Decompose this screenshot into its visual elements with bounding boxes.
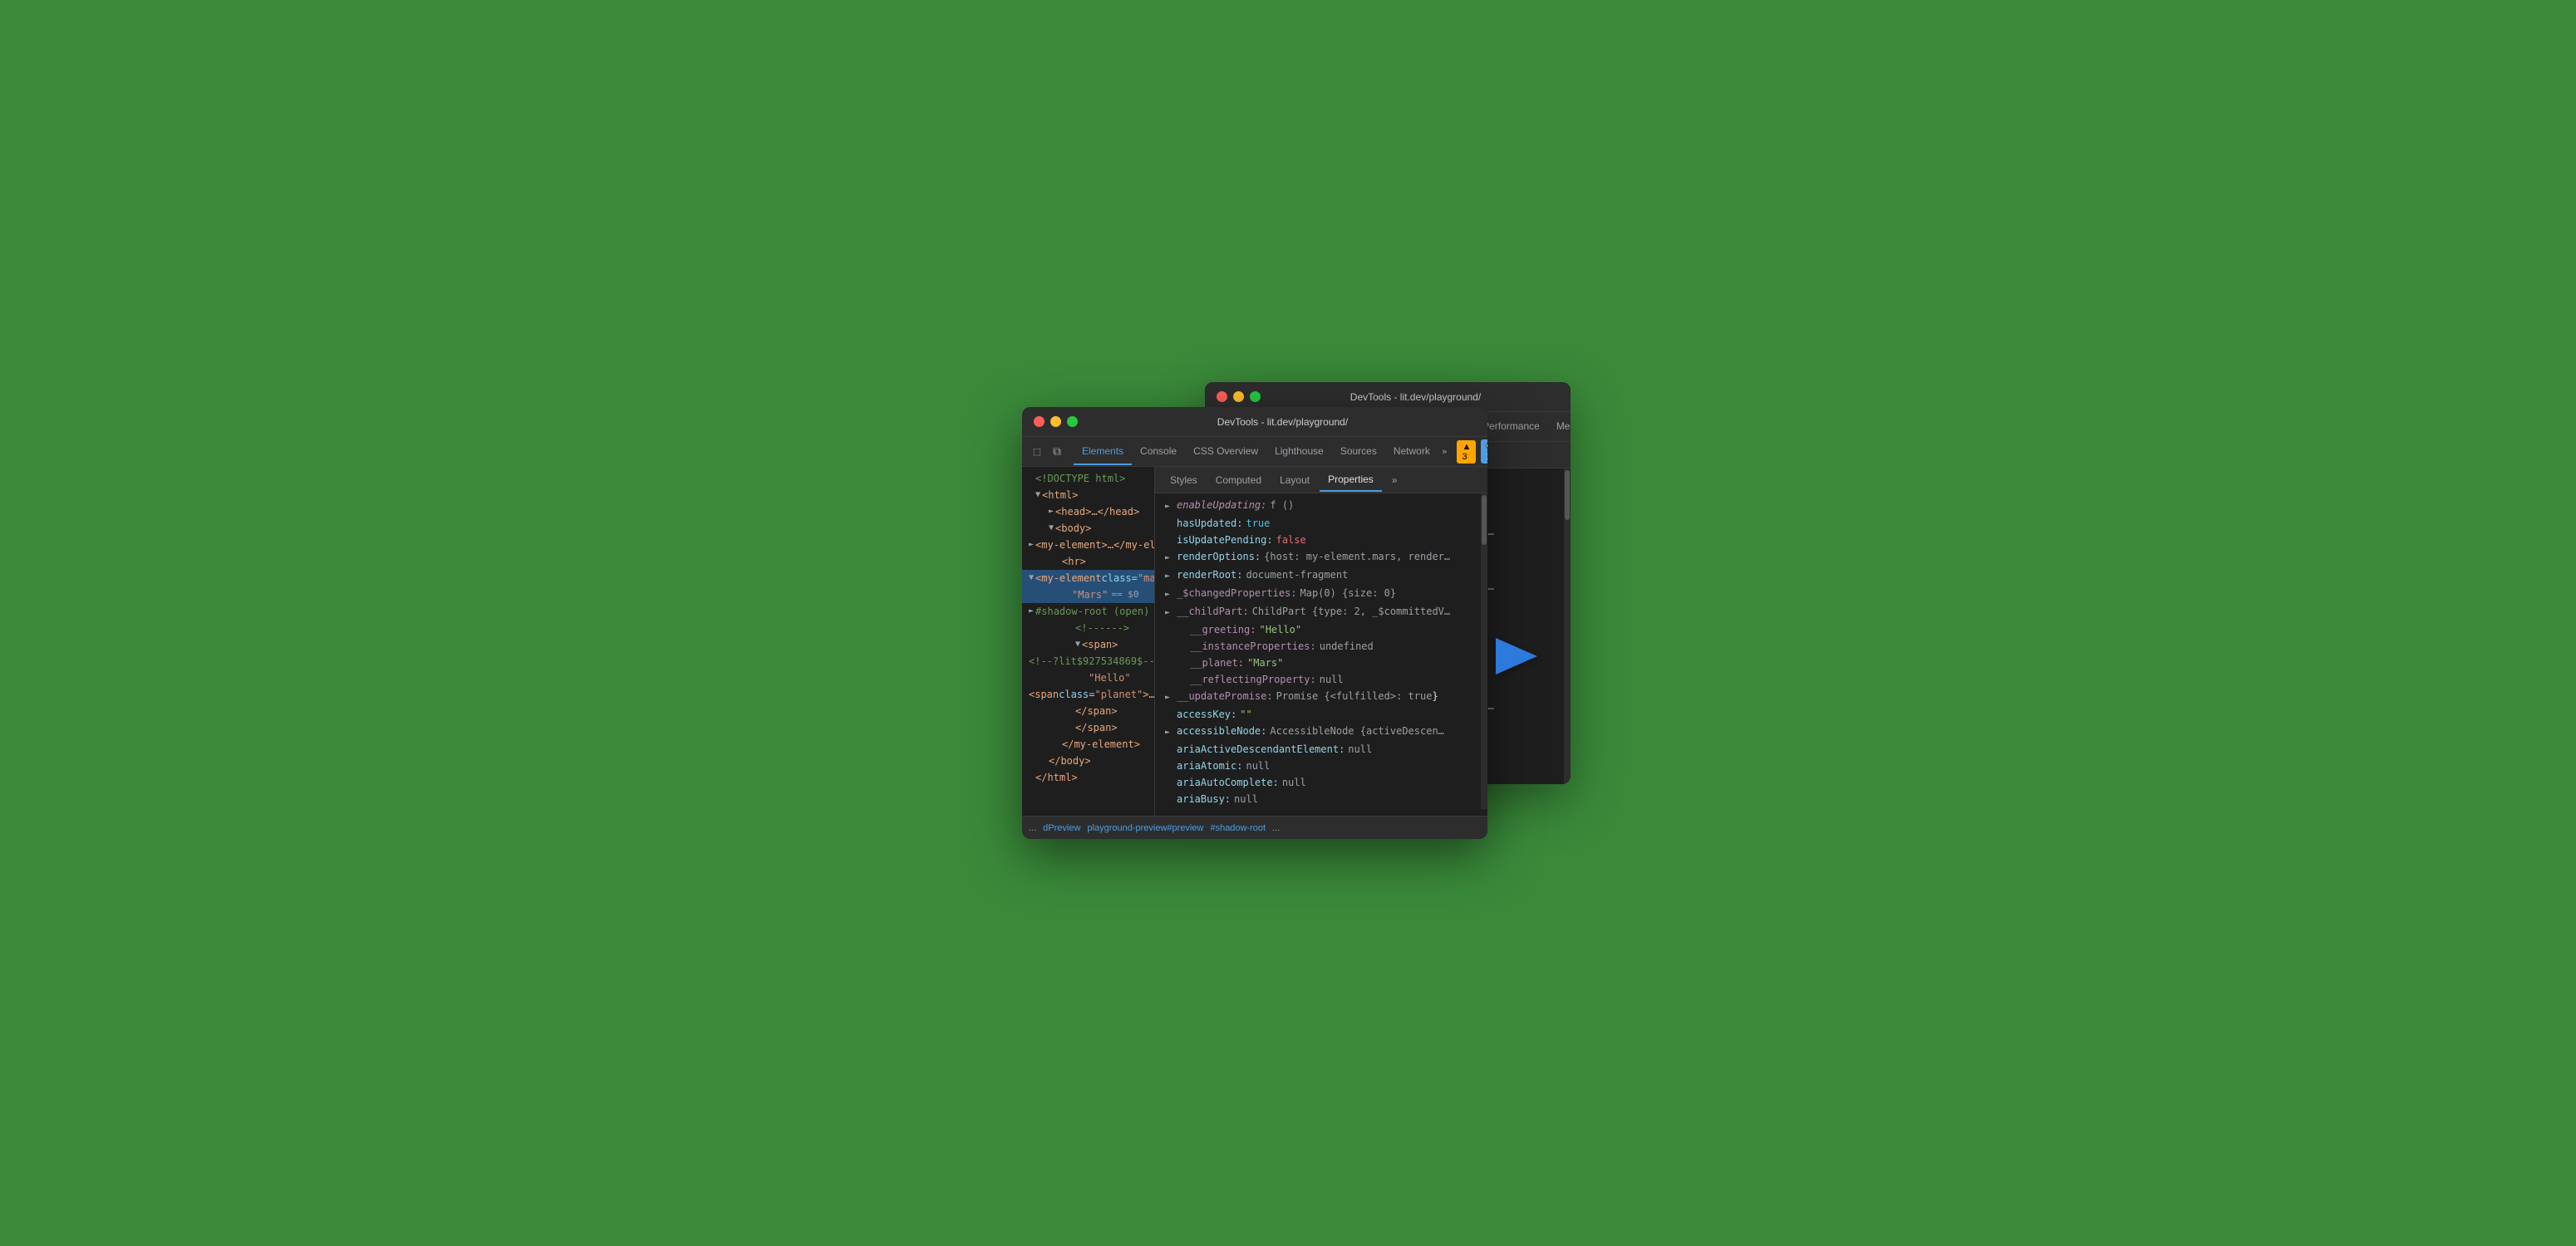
- panel-tab-properties[interactable]: Properties: [1320, 468, 1382, 492]
- warning-badge[interactable]: ▲ 3: [1457, 440, 1476, 464]
- traffic-light-red-back[interactable]: [1217, 391, 1227, 402]
- panel-tabs-front: Styles Computed Layout Properties »: [1155, 467, 1487, 493]
- prop-ariaAtomic[interactable]: ariaAtomic: null: [1155, 758, 1481, 774]
- traffic-light-green-back[interactable]: [1250, 391, 1261, 402]
- toolbar-icons: ⬚ ⧉: [1029, 444, 1065, 460]
- direction-arrow: [1496, 638, 1546, 675]
- tab-css-overview[interactable]: CSS Overview: [1185, 439, 1266, 465]
- titlebar-front: DevTools - lit.dev/playground/: [1022, 407, 1487, 437]
- main-content-front: <!DOCTYPE html> ▼ <html> ► <head>…</head…: [1022, 467, 1487, 816]
- tab-network[interactable]: Network: [1385, 439, 1438, 465]
- panel-tab-styles[interactable]: Styles: [1162, 469, 1206, 491]
- dom-line[interactable]: </span>: [1022, 719, 1154, 736]
- traffic-light-yellow-back[interactable]: [1233, 391, 1244, 402]
- prop-accessKey[interactable]: accessKey: "": [1155, 706, 1481, 723]
- props-list-front[interactable]: ► enableUpdating: f () hasUpdated: true: [1155, 493, 1481, 809]
- prop-ariaChecked[interactable]: ariaChecked: null: [1155, 807, 1481, 809]
- prop-instanceProperties[interactable]: __instanceProperties: undefined: [1155, 638, 1481, 655]
- bottom-bar-front: ... dPreview playground-preview#preview …: [1022, 816, 1487, 839]
- arrow-container: [1487, 638, 1554, 675]
- dom-line[interactable]: ▼ <body>: [1022, 520, 1154, 537]
- dom-line[interactable]: </my-element>: [1022, 736, 1154, 753]
- traffic-light-red[interactable]: [1034, 416, 1045, 427]
- device-icon[interactable]: ⧉: [1049, 444, 1065, 460]
- prop-ariaActiveDescendant[interactable]: ariaActiveDescendantElement: null: [1155, 741, 1481, 758]
- dom-line[interactable]: ► #shadow-root (open): [1022, 603, 1154, 620]
- dom-line[interactable]: ► <head>…</head>: [1022, 503, 1154, 520]
- dom-line[interactable]: </body>: [1022, 753, 1154, 769]
- scrollbar-thumb-front[interactable]: [1482, 495, 1487, 545]
- more-tabs-btn[interactable]: »: [1438, 444, 1451, 459]
- dom-line[interactable]: <hr>: [1022, 553, 1154, 570]
- prop-greeting[interactable]: __greeting: "Hello": [1155, 621, 1481, 638]
- prop-enableUpdating[interactable]: ► enableUpdating: f (): [1155, 497, 1481, 515]
- traffic-lights-back: [1217, 391, 1261, 402]
- panel-tab-layout[interactable]: Layout: [1271, 469, 1318, 491]
- traffic-light-green[interactable]: [1067, 416, 1078, 427]
- prop-accessibleNode[interactable]: ► accessibleNode: AccessibleNode {active…: [1155, 723, 1481, 741]
- panel-tab-computed[interactable]: Computed: [1207, 469, 1270, 491]
- dom-line[interactable]: <span class= "planet" >…: [1022, 686, 1154, 703]
- prop-renderOptions[interactable]: ► renderOptions: {host: my-element.mars,…: [1155, 548, 1481, 567]
- window-title-front: DevTools - lit.dev/playground/: [1089, 416, 1476, 428]
- cursor-icon[interactable]: ⬚: [1029, 444, 1045, 460]
- dom-line-selected-2[interactable]: "Mars" == $0: [1022, 586, 1154, 603]
- prop-ariaBusy[interactable]: ariaBusy: null: [1155, 791, 1481, 807]
- panel-tab-more[interactable]: »: [1384, 469, 1406, 491]
- tab-console[interactable]: Console: [1132, 439, 1185, 465]
- dom-line[interactable]: ► <my-element>…</my-element>: [1022, 537, 1154, 553]
- dom-line[interactable]: <!------>: [1022, 620, 1154, 636]
- prop-updatePromise[interactable]: ► __updatePromise: Promise {<fulfilled>:…: [1155, 688, 1481, 706]
- dom-line[interactable]: </html>: [1022, 769, 1154, 786]
- tab-lighthouse[interactable]: Lighthouse: [1266, 439, 1332, 465]
- dom-line[interactable]: ▼ <html>: [1022, 487, 1154, 503]
- scene: DevTools - lit.dev/playground/ ⬚ ⧉ Eleme…: [1022, 407, 1554, 839]
- scrollbar-back[interactable]: [1564, 468, 1571, 784]
- prop-renderRoot[interactable]: ► renderRoot: document-fragment: [1155, 567, 1481, 585]
- window-title-back: DevTools - lit.dev/playground/: [1272, 391, 1559, 403]
- dom-line[interactable]: <!DOCTYPE html>: [1022, 470, 1154, 487]
- breadcrumb-more[interactable]: ...: [1029, 823, 1036, 833]
- prop-changedProperties[interactable]: ► _$changedProperties: Map(0) {size: 0}: [1155, 585, 1481, 603]
- dom-line[interactable]: "Hello": [1022, 670, 1154, 686]
- toolbar-right: ▲ 3 💬 1 ⚙ ⋮: [1457, 439, 1487, 464]
- dom-panel[interactable]: <!DOCTYPE html> ▼ <html> ► <head>…</head…: [1022, 467, 1155, 816]
- devtools-window-front: DevTools - lit.dev/playground/ ⬚ ⧉ Eleme…: [1022, 407, 1487, 839]
- breadcrumb-preview[interactable]: playground-preview#preview: [1087, 823, 1203, 833]
- prop-ariaAutoComplete[interactable]: ariaAutoComplete: null: [1155, 774, 1481, 791]
- tab-elements[interactable]: Elements: [1074, 439, 1132, 465]
- dom-line[interactable]: ▼ <span>: [1022, 636, 1154, 653]
- prop-planet[interactable]: __planet: "Mars": [1155, 655, 1481, 671]
- prop-reflectingProperty[interactable]: __reflectingProperty: null: [1155, 671, 1481, 688]
- traffic-lights-front: [1034, 416, 1078, 427]
- right-panel-front: Styles Computed Layout Properties » ► en…: [1155, 467, 1487, 816]
- prop-hasUpdated[interactable]: hasUpdated: true: [1155, 515, 1481, 532]
- dom-line[interactable]: <!--?lit$927534869$-->: [1022, 653, 1154, 670]
- properties-panel-front: ► enableUpdating: f () hasUpdated: true: [1155, 493, 1487, 809]
- prop-childPart[interactable]: ► __childPart: ChildPart {type: 2, _$com…: [1155, 603, 1481, 621]
- tab-sources[interactable]: Sources: [1332, 439, 1385, 465]
- scrollbar-thumb-back[interactable]: [1565, 470, 1570, 520]
- breadcrumb-shadow-root[interactable]: #shadow-root: [1210, 823, 1266, 833]
- breadcrumb-end[interactable]: ...: [1272, 823, 1280, 833]
- info-badge[interactable]: 💬 1: [1481, 439, 1487, 464]
- toolbar-tabs-front: Elements Console CSS Overview Lighthouse…: [1074, 439, 1450, 465]
- dom-line-selected[interactable]: ▼ <my-element class= "mars" planet=: [1022, 570, 1154, 586]
- traffic-light-yellow[interactable]: [1050, 416, 1061, 427]
- toolbar-front: ⬚ ⧉ Elements Console CSS Overview Lighth…: [1022, 437, 1487, 467]
- dom-line[interactable]: </span>: [1022, 703, 1154, 719]
- prop-isUpdatePending[interactable]: isUpdatePending: false: [1155, 532, 1481, 548]
- tab-memory-back[interactable]: Memory: [1548, 414, 1571, 440]
- scrollbar-front[interactable]: [1481, 493, 1487, 809]
- breadcrumb-dPreview[interactable]: dPreview: [1043, 823, 1080, 833]
